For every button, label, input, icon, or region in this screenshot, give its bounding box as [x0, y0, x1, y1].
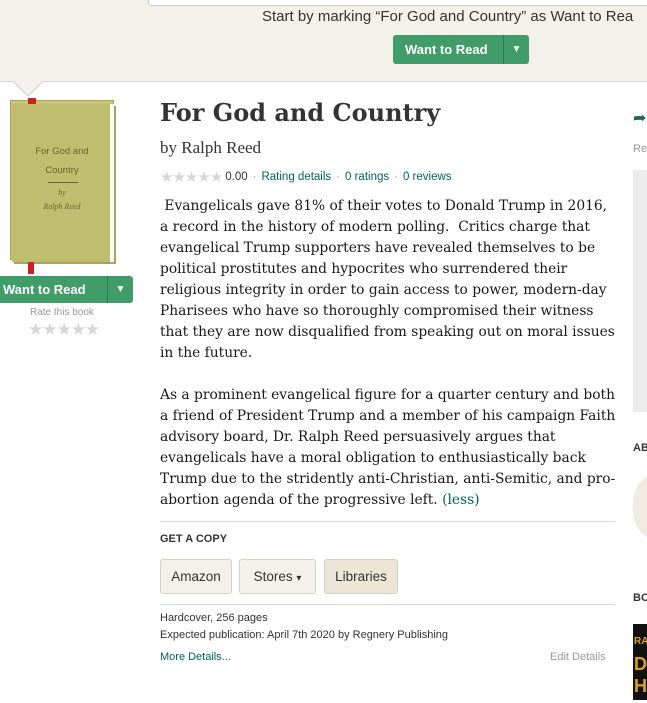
rating-summary: ★★★★★ 0.00 · Rating details · 0 ratings …	[160, 168, 452, 186]
bookmark-ribbon-top	[28, 98, 36, 104]
cover-title-line2: Country	[45, 165, 79, 176]
less-link[interactable]: (less)	[442, 492, 480, 508]
related-book-cover[interactable]: RAL DA HO	[633, 624, 647, 700]
right-column-panel	[633, 170, 647, 412]
cover-divider	[48, 182, 78, 183]
rate-stars-icon[interactable]: ★★★★★	[28, 320, 100, 340]
bookmark-ribbon-bottom	[28, 262, 34, 274]
sidebar-want-to-read-button[interactable]: Want to Read	[0, 276, 107, 303]
average-rating: 0.00	[225, 171, 248, 183]
right-column-label: Re	[633, 143, 647, 155]
related-book-text: HO	[634, 676, 647, 696]
separator: ·	[336, 171, 341, 183]
publication-info: Expected publication: April 7th 2020 by …	[160, 629, 449, 641]
book-format: Hardcover, 256 pages	[160, 612, 268, 624]
author-avatar[interactable]	[633, 472, 647, 542]
rate-this-book-label: Rate this book	[30, 307, 94, 318]
banner-prompt: Start by marking “For God and Country” a…	[262, 8, 634, 25]
search-input[interactable]	[148, 0, 647, 6]
description-paragraph: As a prominent evangelical figure for a …	[160, 385, 618, 511]
average-stars-icon: ★★★★★	[160, 169, 223, 186]
book-cover[interactable]: For God and Country by Ralph Reed	[10, 98, 120, 274]
cover-title-line1: For God and	[35, 146, 89, 157]
share-arrow-icon[interactable]: ➦	[633, 108, 646, 128]
sidebar-shelf-dropdown-button[interactable]: ▼	[107, 276, 133, 303]
caret-down-icon: ▼	[115, 284, 126, 295]
divider	[160, 604, 615, 605]
cover-by: by	[58, 188, 66, 197]
book-title: For God and Country	[160, 98, 441, 127]
related-book-text: DA	[634, 654, 647, 674]
cover-title: For God and Country	[12, 142, 112, 180]
edit-details-link[interactable]: Edit Details	[550, 651, 606, 663]
caret-down-icon: ▼	[511, 44, 522, 55]
get-a-copy-heading: GET A COPY	[160, 533, 228, 545]
banner-want-to-read-button-group: Want to Read ▼	[393, 35, 529, 64]
ratings-count-link[interactable]: 0 ratings	[345, 171, 389, 183]
description-paragraph: Evangelicals gave 81% of their votes to …	[160, 198, 620, 361]
stores-label: Stores	[253, 569, 293, 584]
book-description: Evangelicals gave 81% of their votes to …	[160, 196, 618, 532]
right-column-heading: AB	[633, 442, 647, 454]
description-text: As a prominent evangelical figure for a …	[160, 387, 616, 508]
author-byline[interactable]: by Ralph Reed	[160, 138, 261, 158]
related-book-text: RAL	[634, 636, 647, 647]
caret-down-icon: ▾	[296, 573, 302, 584]
separator: ·	[252, 171, 257, 183]
banner-want-to-read-button[interactable]: Want to Read	[393, 35, 503, 64]
more-details-link[interactable]: More Details...	[160, 651, 231, 663]
rating-details-link[interactable]: Rating details	[261, 171, 331, 183]
cover-front: For God and Country by Ralph Reed	[12, 104, 114, 262]
banner-pointer	[12, 80, 44, 97]
want-to-read-banner: Start by marking “For God and Country” a…	[0, 0, 647, 82]
cover-author: by Ralph Reed	[12, 186, 112, 214]
libraries-button[interactable]: Libraries	[324, 559, 398, 594]
reviews-count-link[interactable]: 0 reviews	[403, 171, 452, 183]
sidebar-want-to-read-button-group: Want to Read ▼	[0, 276, 133, 303]
separator: ·	[394, 171, 398, 183]
cover-author-name: Ralph Reed	[43, 202, 81, 211]
banner-shelf-dropdown-button[interactable]: ▼	[503, 35, 529, 64]
amazon-button[interactable]: Amazon	[160, 559, 232, 594]
stores-dropdown-button[interactable]: Stores ▾	[239, 559, 316, 594]
right-column-heading: BO	[633, 592, 647, 604]
divider	[160, 521, 615, 522]
